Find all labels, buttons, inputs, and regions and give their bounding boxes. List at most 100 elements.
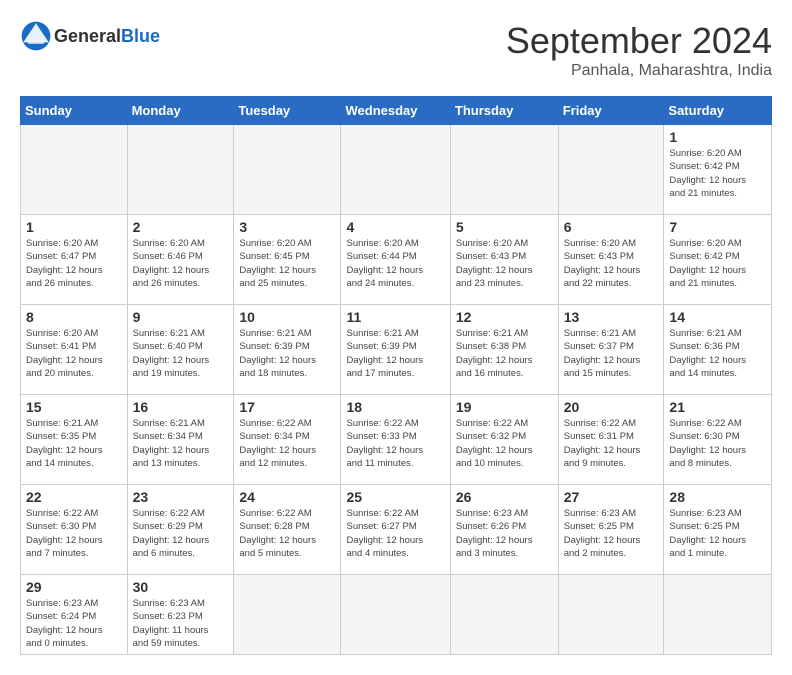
calendar-row: 1 Sunrise: 6:20 AM Sunset: 6:42 PM Daylig… [21, 125, 772, 215]
day-number: 9 [133, 309, 229, 325]
col-wednesday: Wednesday [341, 97, 450, 125]
calendar-row: 29Sunrise: 6:23 AM Sunset: 6:24 PM Dayli… [21, 575, 772, 655]
day-detail: Sunrise: 6:22 AM Sunset: 6:34 PM Dayligh… [239, 417, 335, 470]
day-detail: Sunrise: 6:21 AM Sunset: 6:34 PM Dayligh… [133, 417, 229, 470]
calendar-cell: 23 Sunrise: 6:22 AM Sunset: 6:29 PM Dayli… [127, 485, 234, 575]
calendar-cell: 21 Sunrise: 6:22 AM Sunset: 6:30 PM Dayli… [664, 395, 772, 485]
day-detail: Sunrise: 6:20 AM Sunset: 6:42 PM Dayligh… [669, 147, 766, 200]
month-title: September 2024 [506, 20, 772, 62]
day-detail: Sunrise: 6:20 AM Sunset: 6:41 PM Dayligh… [26, 327, 122, 380]
day-detail: Sunrise: 6:23 AM Sunset: 6:26 PM Dayligh… [456, 507, 553, 560]
col-sunday: Sunday [21, 97, 128, 125]
calendar-cell: 8 Sunrise: 6:20 AM Sunset: 6:41 PM Daylig… [21, 305, 128, 395]
day-number: 4 [346, 219, 444, 235]
calendar-row: 1Sunrise: 6:20 AM Sunset: 6:47 PM Daylig… [21, 215, 772, 305]
day-number: 12 [456, 309, 553, 325]
calendar-cell [127, 125, 234, 215]
title-section: September 2024 Panhala, Maharashtra, Ind… [506, 20, 772, 80]
day-detail: Sunrise: 6:22 AM Sunset: 6:30 PM Dayligh… [26, 507, 122, 560]
day-number: 1 [669, 129, 766, 145]
calendar-cell [234, 125, 341, 215]
day-detail: Sunrise: 6:20 AM Sunset: 6:43 PM Dayligh… [564, 237, 659, 290]
day-number: 18 [346, 399, 444, 415]
day-number: 24 [239, 489, 335, 505]
day-detail: Sunrise: 6:21 AM Sunset: 6:39 PM Dayligh… [346, 327, 444, 380]
col-monday: Monday [127, 97, 234, 125]
calendar-cell: 15 Sunrise: 6:21 AM Sunset: 6:35 PM Dayli… [21, 395, 128, 485]
day-detail: Sunrise: 6:22 AM Sunset: 6:32 PM Dayligh… [456, 417, 553, 470]
day-detail: Sunrise: 6:21 AM Sunset: 6:40 PM Dayligh… [133, 327, 229, 380]
day-detail: Sunrise: 6:21 AM Sunset: 6:39 PM Dayligh… [239, 327, 335, 380]
day-detail: Sunrise: 6:20 AM Sunset: 6:45 PM Dayligh… [239, 237, 335, 290]
calendar-cell [450, 125, 558, 215]
calendar-cell: 20Sunrise: 6:22 AM Sunset: 6:31 PM Dayli… [558, 395, 664, 485]
day-number: 15 [26, 399, 122, 415]
location-title: Panhala, Maharashtra, India [506, 62, 772, 80]
calendar-cell [450, 575, 558, 655]
calendar-cell: 14Sunrise: 6:21 AM Sunset: 6:36 PM Dayli… [664, 305, 772, 395]
day-number: 23 [133, 489, 229, 505]
calendar-cell: 3 Sunrise: 6:20 AM Sunset: 6:45 PM Daylig… [234, 215, 341, 305]
calendar-cell: 4 Sunrise: 6:20 AM Sunset: 6:44 PM Daylig… [341, 215, 450, 305]
day-detail: Sunrise: 6:21 AM Sunset: 6:35 PM Dayligh… [26, 417, 122, 470]
day-number: 26 [456, 489, 553, 505]
day-detail: Sunrise: 6:22 AM Sunset: 6:28 PM Dayligh… [239, 507, 335, 560]
day-number: 8 [26, 309, 122, 325]
day-detail: Sunrise: 6:22 AM Sunset: 6:30 PM Dayligh… [669, 417, 766, 470]
day-number: 30 [133, 579, 229, 595]
logo: GeneralBlue [20, 20, 160, 52]
calendar-cell: 9 Sunrise: 6:21 AM Sunset: 6:40 PM Daylig… [127, 305, 234, 395]
day-number: 5 [456, 219, 553, 235]
calendar-row: 15 Sunrise: 6:21 AM Sunset: 6:35 PM Dayli… [21, 395, 772, 485]
calendar-cell: 1 Sunrise: 6:20 AM Sunset: 6:42 PM Daylig… [664, 125, 772, 215]
calendar-cell: 26 Sunrise: 6:23 AM Sunset: 6:26 PM Dayli… [450, 485, 558, 575]
calendar-cell: 11 Sunrise: 6:21 AM Sunset: 6:39 PM Dayli… [341, 305, 450, 395]
day-detail: Sunrise: 6:22 AM Sunset: 6:29 PM Dayligh… [133, 507, 229, 560]
day-detail: Sunrise: 6:20 AM Sunset: 6:44 PM Dayligh… [346, 237, 444, 290]
col-saturday: Saturday [664, 97, 772, 125]
calendar-cell: 10Sunrise: 6:21 AM Sunset: 6:39 PM Dayli… [234, 305, 341, 395]
logo-icon [20, 20, 52, 52]
calendar-cell: 18 Sunrise: 6:22 AM Sunset: 6:33 PM Dayli… [341, 395, 450, 485]
col-friday: Friday [558, 97, 664, 125]
day-detail: Sunrise: 6:21 AM Sunset: 6:37 PM Dayligh… [564, 327, 659, 380]
day-number: 14 [669, 309, 766, 325]
col-thursday: Thursday [450, 97, 558, 125]
day-detail: Sunrise: 6:20 AM Sunset: 6:47 PM Dayligh… [26, 237, 122, 290]
calendar-cell: 22Sunrise: 6:22 AM Sunset: 6:30 PM Dayli… [21, 485, 128, 575]
logo-text: GeneralBlue [54, 26, 160, 47]
day-detail: Sunrise: 6:23 AM Sunset: 6:25 PM Dayligh… [669, 507, 766, 560]
calendar-cell: 2Sunrise: 6:20 AM Sunset: 6:46 PM Daylig… [127, 215, 234, 305]
day-number: 20 [564, 399, 659, 415]
day-detail: Sunrise: 6:20 AM Sunset: 6:46 PM Dayligh… [133, 237, 229, 290]
logo-blue: Blue [121, 26, 160, 46]
col-tuesday: Tuesday [234, 97, 341, 125]
day-number: 11 [346, 309, 444, 325]
calendar-cell: 24 Sunrise: 6:22 AM Sunset: 6:28 PM Dayli… [234, 485, 341, 575]
calendar-cell: 28 Sunrise: 6:23 AM Sunset: 6:25 PM Dayli… [664, 485, 772, 575]
calendar-cell [341, 125, 450, 215]
day-number: 21 [669, 399, 766, 415]
day-number: 16 [133, 399, 229, 415]
calendar-cell: 6Sunrise: 6:20 AM Sunset: 6:43 PM Daylig… [558, 215, 664, 305]
calendar-cell: 7 Sunrise: 6:20 AM Sunset: 6:42 PM Daylig… [664, 215, 772, 305]
calendar-cell: 30Sunrise: 6:23 AM Sunset: 6:23 PM Dayli… [127, 575, 234, 655]
calendar-cell: 19Sunrise: 6:22 AM Sunset: 6:32 PM Dayli… [450, 395, 558, 485]
day-detail: Sunrise: 6:20 AM Sunset: 6:42 PM Dayligh… [669, 237, 766, 290]
day-number: 28 [669, 489, 766, 505]
day-detail: Sunrise: 6:23 AM Sunset: 6:25 PM Dayligh… [564, 507, 659, 560]
calendar-cell: 25Sunrise: 6:22 AM Sunset: 6:27 PM Dayli… [341, 485, 450, 575]
day-number: 3 [239, 219, 335, 235]
calendar-cell: 16 Sunrise: 6:21 AM Sunset: 6:34 PM Dayli… [127, 395, 234, 485]
calendar-cell [558, 575, 664, 655]
calendar-cell: 1Sunrise: 6:20 AM Sunset: 6:47 PM Daylig… [21, 215, 128, 305]
day-number: 17 [239, 399, 335, 415]
day-number: 7 [669, 219, 766, 235]
calendar-cell: 27Sunrise: 6:23 AM Sunset: 6:25 PM Dayli… [558, 485, 664, 575]
calendar-cell: 13 Sunrise: 6:21 AM Sunset: 6:37 PM Dayli… [558, 305, 664, 395]
day-number: 13 [564, 309, 659, 325]
day-detail: Sunrise: 6:23 AM Sunset: 6:24 PM Dayligh… [26, 597, 122, 650]
calendar-cell: 29Sunrise: 6:23 AM Sunset: 6:24 PM Dayli… [21, 575, 128, 655]
calendar-row: 8 Sunrise: 6:20 AM Sunset: 6:41 PM Daylig… [21, 305, 772, 395]
day-detail: Sunrise: 6:22 AM Sunset: 6:33 PM Dayligh… [346, 417, 444, 470]
